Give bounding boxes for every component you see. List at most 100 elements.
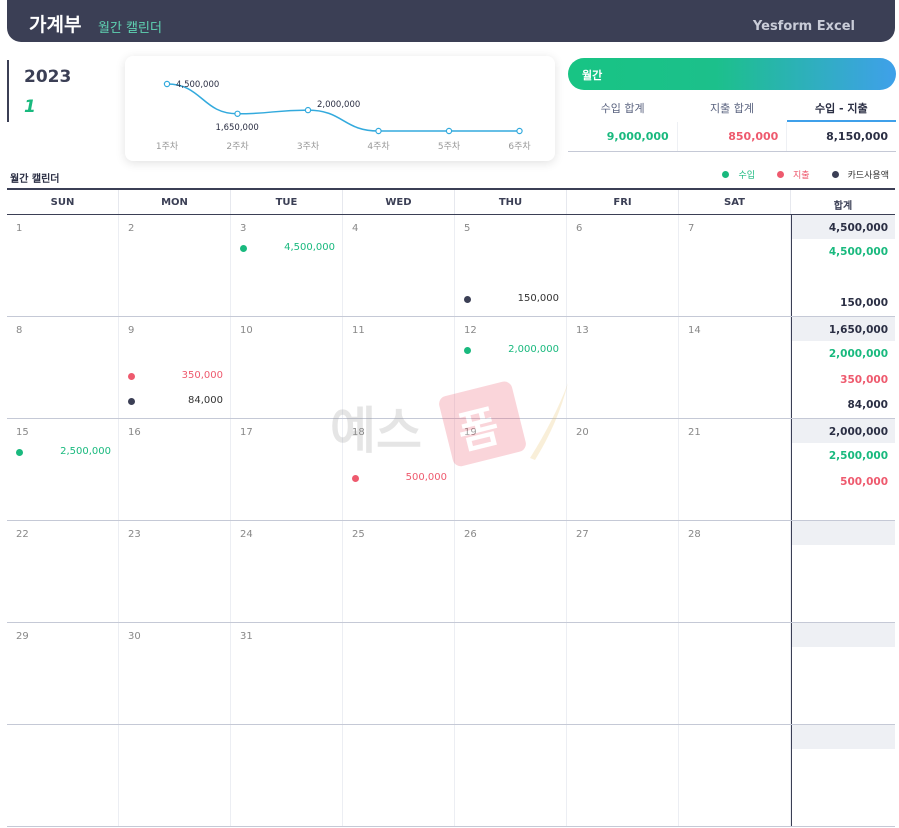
day-cell[interactable]: 22	[7, 521, 119, 622]
expense-entry[interactable]: 500,000	[352, 472, 447, 486]
income-dot-icon	[240, 245, 247, 252]
month-value[interactable]: 1	[24, 97, 36, 117]
day-cell[interactable]: 28	[679, 521, 791, 622]
day-cell[interactable]: 14	[679, 317, 791, 418]
day-cell[interactable]	[455, 725, 567, 826]
day-cell[interactable]: 3 4,500,000	[231, 215, 343, 316]
day-cell[interactable]: 24	[231, 521, 343, 622]
week-row: 15 2,500,000 16 17 18 500,000 19 20 21 2,000,000 2…	[7, 419, 895, 521]
day-cell[interactable]	[679, 623, 791, 724]
x-tick-label: 1주차	[156, 140, 179, 152]
app-subtitle: 월간 캘린더	[98, 21, 162, 36]
day-cell[interactable]	[455, 623, 567, 724]
day-number: 6	[576, 223, 583, 234]
day-cell[interactable]: 13	[567, 317, 679, 418]
day-cell[interactable]	[567, 725, 679, 826]
day-cell[interactable]: 11	[343, 317, 455, 418]
entry-amount: 350,000	[181, 370, 223, 381]
day-cell[interactable]: 29	[7, 623, 119, 724]
calendar-label: 월간 캘린더	[10, 174, 60, 185]
week-total-cell: 1,650,000 2,000,000 350,000 84,000	[791, 317, 895, 418]
day-number: 29	[16, 631, 29, 642]
day-cell[interactable]: 30	[119, 623, 231, 724]
week-row: 1 2 3 4,500,000 4 5 150,000 6 7 4,500,000 4,500,00…	[7, 215, 895, 317]
data-label: 1,650,000	[216, 123, 259, 133]
day-cell[interactable]	[567, 623, 679, 724]
day-cell[interactable]	[231, 725, 343, 826]
data-point	[516, 127, 523, 135]
day-cell[interactable]	[679, 725, 791, 826]
period-box: 2023 1	[7, 60, 107, 122]
day-cell[interactable]: 18 500,000	[343, 419, 455, 520]
week-total-band	[792, 623, 895, 647]
day-cell[interactable]	[119, 725, 231, 826]
card-entry[interactable]: 150,000	[464, 293, 559, 307]
data-point	[445, 127, 453, 135]
week-row: 8 9 350,000 84,000 10 11 12 2,000,000 13 14 1,650,…	[7, 317, 895, 419]
year-value[interactable]: 2023	[24, 67, 71, 87]
net-total-header: 수입 - 지출	[786, 90, 896, 122]
calendar-body: 1 2 3 4,500,000 4 5 150,000 6 7 4,500,000 4,500,00…	[7, 215, 895, 827]
monthly-summary: 월간 수입 합계 지출 합계 수입 - 지출 9,000,000 850,000…	[568, 58, 896, 152]
expense-entry[interactable]: 350,000	[128, 370, 223, 384]
expense-dot-icon	[128, 373, 135, 380]
day-cell[interactable]: 10	[231, 317, 343, 418]
day-number: 11	[352, 325, 365, 336]
day-cell[interactable]: 25	[343, 521, 455, 622]
day-cell[interactable]: 16	[119, 419, 231, 520]
day-cell[interactable]: 9 350,000 84,000	[119, 317, 231, 418]
income-dot-icon	[722, 171, 730, 178]
income-entry[interactable]: 4,500,000	[240, 242, 335, 256]
day-number: 4	[352, 223, 359, 234]
day-cell[interactable]: 27	[567, 521, 679, 622]
day-cell[interactable]: 26	[455, 521, 567, 622]
day-cell[interactable]: 6	[567, 215, 679, 316]
entry-amount: 2,000,000	[508, 344, 559, 355]
day-number: 26	[464, 529, 477, 540]
day-cell[interactable]	[7, 725, 119, 826]
week-total-band	[792, 521, 895, 545]
day-cell[interactable]	[343, 725, 455, 826]
day-cell[interactable]: 4	[343, 215, 455, 316]
day-cell[interactable]: 7	[679, 215, 791, 316]
day-number: 24	[240, 529, 253, 540]
day-cell[interactable]	[343, 623, 455, 724]
day-cell[interactable]: 21	[679, 419, 791, 520]
day-header-1: MON	[119, 190, 231, 214]
day-cell[interactable]: 17	[231, 419, 343, 520]
day-number: 16	[128, 427, 141, 438]
day-cell[interactable]: 2	[119, 215, 231, 316]
day-number: 19	[464, 427, 477, 438]
entry-amount: 500,000	[405, 472, 447, 483]
day-cell[interactable]: 31	[231, 623, 343, 724]
net-total-value: 8,150,000	[826, 130, 889, 143]
legend-income-label: 수입	[738, 171, 756, 181]
week-income-total: 4,500,000	[828, 246, 888, 258]
day-number: 8	[16, 325, 23, 336]
day-number: 27	[576, 529, 589, 540]
day-cell[interactable]: 8	[7, 317, 119, 418]
income-total-value: 9,000,000	[568, 122, 678, 151]
week-card-total: 150,000	[840, 297, 888, 309]
expense-total-header: 지출 합계	[710, 102, 754, 115]
week-card-total: 84,000	[847, 399, 888, 411]
legend-expense-label: 지출	[793, 171, 810, 181]
day-cell[interactable]: 5 150,000	[455, 215, 567, 316]
day-number: 22	[16, 529, 29, 540]
income-entry[interactable]: 2,000,000	[464, 344, 559, 358]
day-cell[interactable]: 20	[567, 419, 679, 520]
day-cell[interactable]: 15 2,500,000	[7, 419, 119, 520]
day-cell[interactable]: 1	[7, 215, 119, 316]
x-tick-label: 3주차	[297, 140, 320, 152]
day-number: 18	[352, 427, 365, 438]
x-tick-label: 6주차	[508, 140, 531, 152]
legend-card: 카드사용액	[831, 168, 889, 181]
entry-amount: 4,500,000	[284, 242, 335, 253]
card-entry[interactable]: 84,000	[128, 395, 223, 409]
day-cell[interactable]: 12 2,000,000	[455, 317, 567, 418]
day-cell[interactable]: 19	[455, 419, 567, 520]
day-number: 21	[688, 427, 701, 438]
day-cell[interactable]: 23	[119, 521, 231, 622]
day-number: 25	[352, 529, 365, 540]
income-entry[interactable]: 2,500,000	[16, 446, 111, 460]
